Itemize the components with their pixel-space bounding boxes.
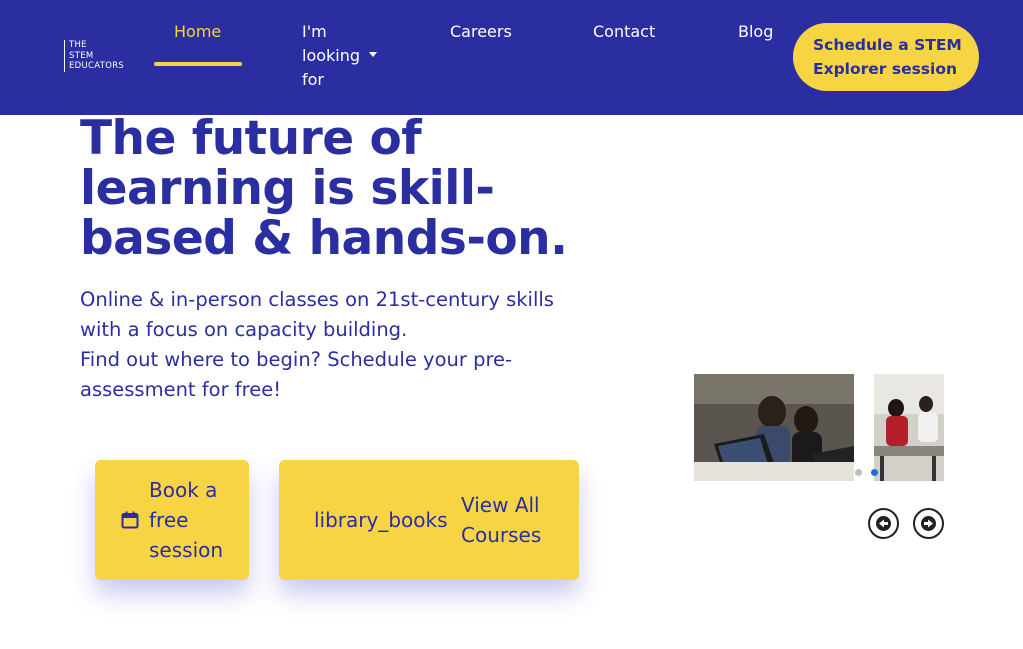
book-free-session-button[interactable]: Book a free session [95, 460, 249, 580]
nav-home-link[interactable]: Home [174, 20, 221, 44]
students-photo-illustration [694, 374, 854, 481]
schedule-stem-explorer-button[interactable]: Schedule a STEM Explorer session [793, 23, 979, 91]
carousel-slide-image[interactable] [694, 374, 854, 481]
hero-subtext: Online & in-person classes on 21st-centu… [80, 285, 580, 405]
carousel-dot-active[interactable] [871, 469, 878, 476]
brand-logo[interactable]: THE STEM EDUCATORS [64, 40, 136, 72]
nav-blog-link[interactable]: Blog [738, 20, 773, 44]
carousel-slide-image[interactable] [874, 374, 944, 481]
hero-subtext-line-1: Online & in-person classes on 21st-centu… [80, 288, 554, 341]
view-all-courses-button[interactable]: library_books View All Courses [279, 460, 579, 580]
hero-subtext-line-2: Find out where to begin? Schedule your p… [80, 348, 513, 401]
carousel-next-button[interactable] [913, 508, 944, 539]
arrow-left-icon [876, 516, 891, 531]
dropdown-caret-icon[interactable] [369, 52, 377, 57]
nav-careers-link[interactable]: Careers [450, 20, 512, 44]
nav-contact-link[interactable]: Contact [593, 20, 655, 44]
kids-desk-photo-illustration [874, 374, 944, 481]
calendar-icon [121, 511, 139, 529]
logo-line-3: EDUCATORS [69, 61, 125, 71]
carousel-dot[interactable] [855, 469, 862, 476]
hero-headline: The future of learning is skill-based & … [80, 111, 568, 266]
book-free-session-label: Book a free session [149, 478, 224, 562]
top-navbar: THE STEM EDUCATORS Home I'm looking for … [0, 0, 1023, 115]
arrow-right-icon [921, 516, 936, 531]
view-all-courses-label: View All Courses [461, 493, 542, 547]
logo-line-2: STEM [69, 50, 94, 61]
carousel-prev-button[interactable] [868, 508, 899, 539]
active-nav-indicator [154, 62, 242, 66]
logo-line-1: THE [69, 40, 87, 50]
library-books-icon: library_books [314, 508, 448, 532]
